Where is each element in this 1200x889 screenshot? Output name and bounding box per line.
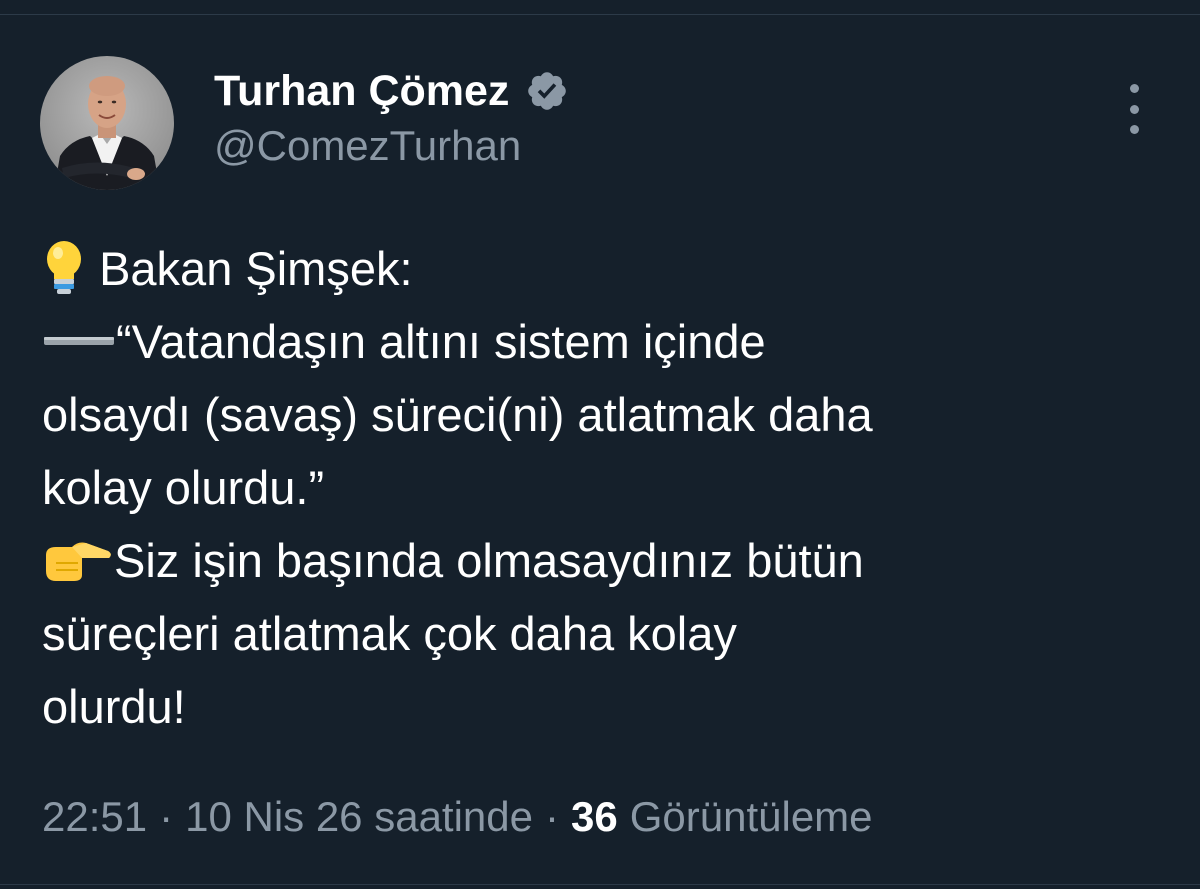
tweet-line: Siz işin başında olmasaydınız bütün xyxy=(42,524,1162,597)
more-options-button[interactable] xyxy=(1112,84,1156,134)
meta-separator: · xyxy=(159,793,174,840)
author-name-row[interactable]: Turhan Çömez xyxy=(214,64,569,118)
tweet-line: kolay olurdu.” xyxy=(42,451,1162,524)
profile-photo xyxy=(40,56,174,190)
more-dot xyxy=(1129,104,1139,114)
author-handle[interactable]: @ComezTurhan xyxy=(214,122,521,170)
tweet-line: olsaydı (savaş) süreci(ni) atlatmak daha xyxy=(42,378,1162,451)
author-name[interactable]: Turhan Çömez xyxy=(214,67,509,116)
meta-separator: · xyxy=(545,793,560,840)
more-vertical-icon xyxy=(1129,84,1139,93)
timestamp-time[interactable]: 22:51 xyxy=(42,793,147,841)
tweet-line-text: olurdu! xyxy=(42,680,186,733)
tweet-meta: 22:51 · 10 Nis 26 saatinde · 36 Görüntül… xyxy=(42,790,873,844)
tweet-line: “Vatandaşın altını sistem içinde xyxy=(42,305,1162,378)
tweet-line: süreçleri atlatmak çok daha kolay xyxy=(42,597,1162,670)
more-dot xyxy=(1129,125,1139,134)
tweet-line-text: Bakan Şimşek: xyxy=(99,242,413,295)
tweet-text: Bakan Şimşek: “Vatandaşın altını sistem … xyxy=(42,232,1162,743)
views-label: Görüntüleme xyxy=(629,793,873,840)
tweet-line-text: süreçleri atlatmak çok daha kolay xyxy=(42,607,737,660)
views-count: 36 xyxy=(571,793,618,840)
timestamp-date[interactable]: 10 Nis 26 saatinde xyxy=(185,793,533,841)
bottom-divider xyxy=(0,884,1200,885)
tweet-line: olurdu! xyxy=(42,670,1162,743)
tweet-line-text: kolay olurdu.” xyxy=(42,461,325,514)
light-bulb-icon xyxy=(42,239,86,297)
verified-badge-icon xyxy=(525,69,569,113)
tweet-line-text: “Vatandaşın altını sistem içinde xyxy=(116,315,766,368)
tweet-line-text: Siz işin başında olmasaydınız bütün xyxy=(114,534,864,587)
pointing-right-icon xyxy=(42,537,114,583)
dash-icon xyxy=(42,331,116,351)
top-divider xyxy=(0,14,1200,15)
tweet-line-text: olsaydı (savaş) süreci(ni) atlatmak daha xyxy=(42,388,873,441)
tweet-line: Bakan Şimşek: xyxy=(42,232,1162,305)
avatar[interactable] xyxy=(40,56,174,190)
